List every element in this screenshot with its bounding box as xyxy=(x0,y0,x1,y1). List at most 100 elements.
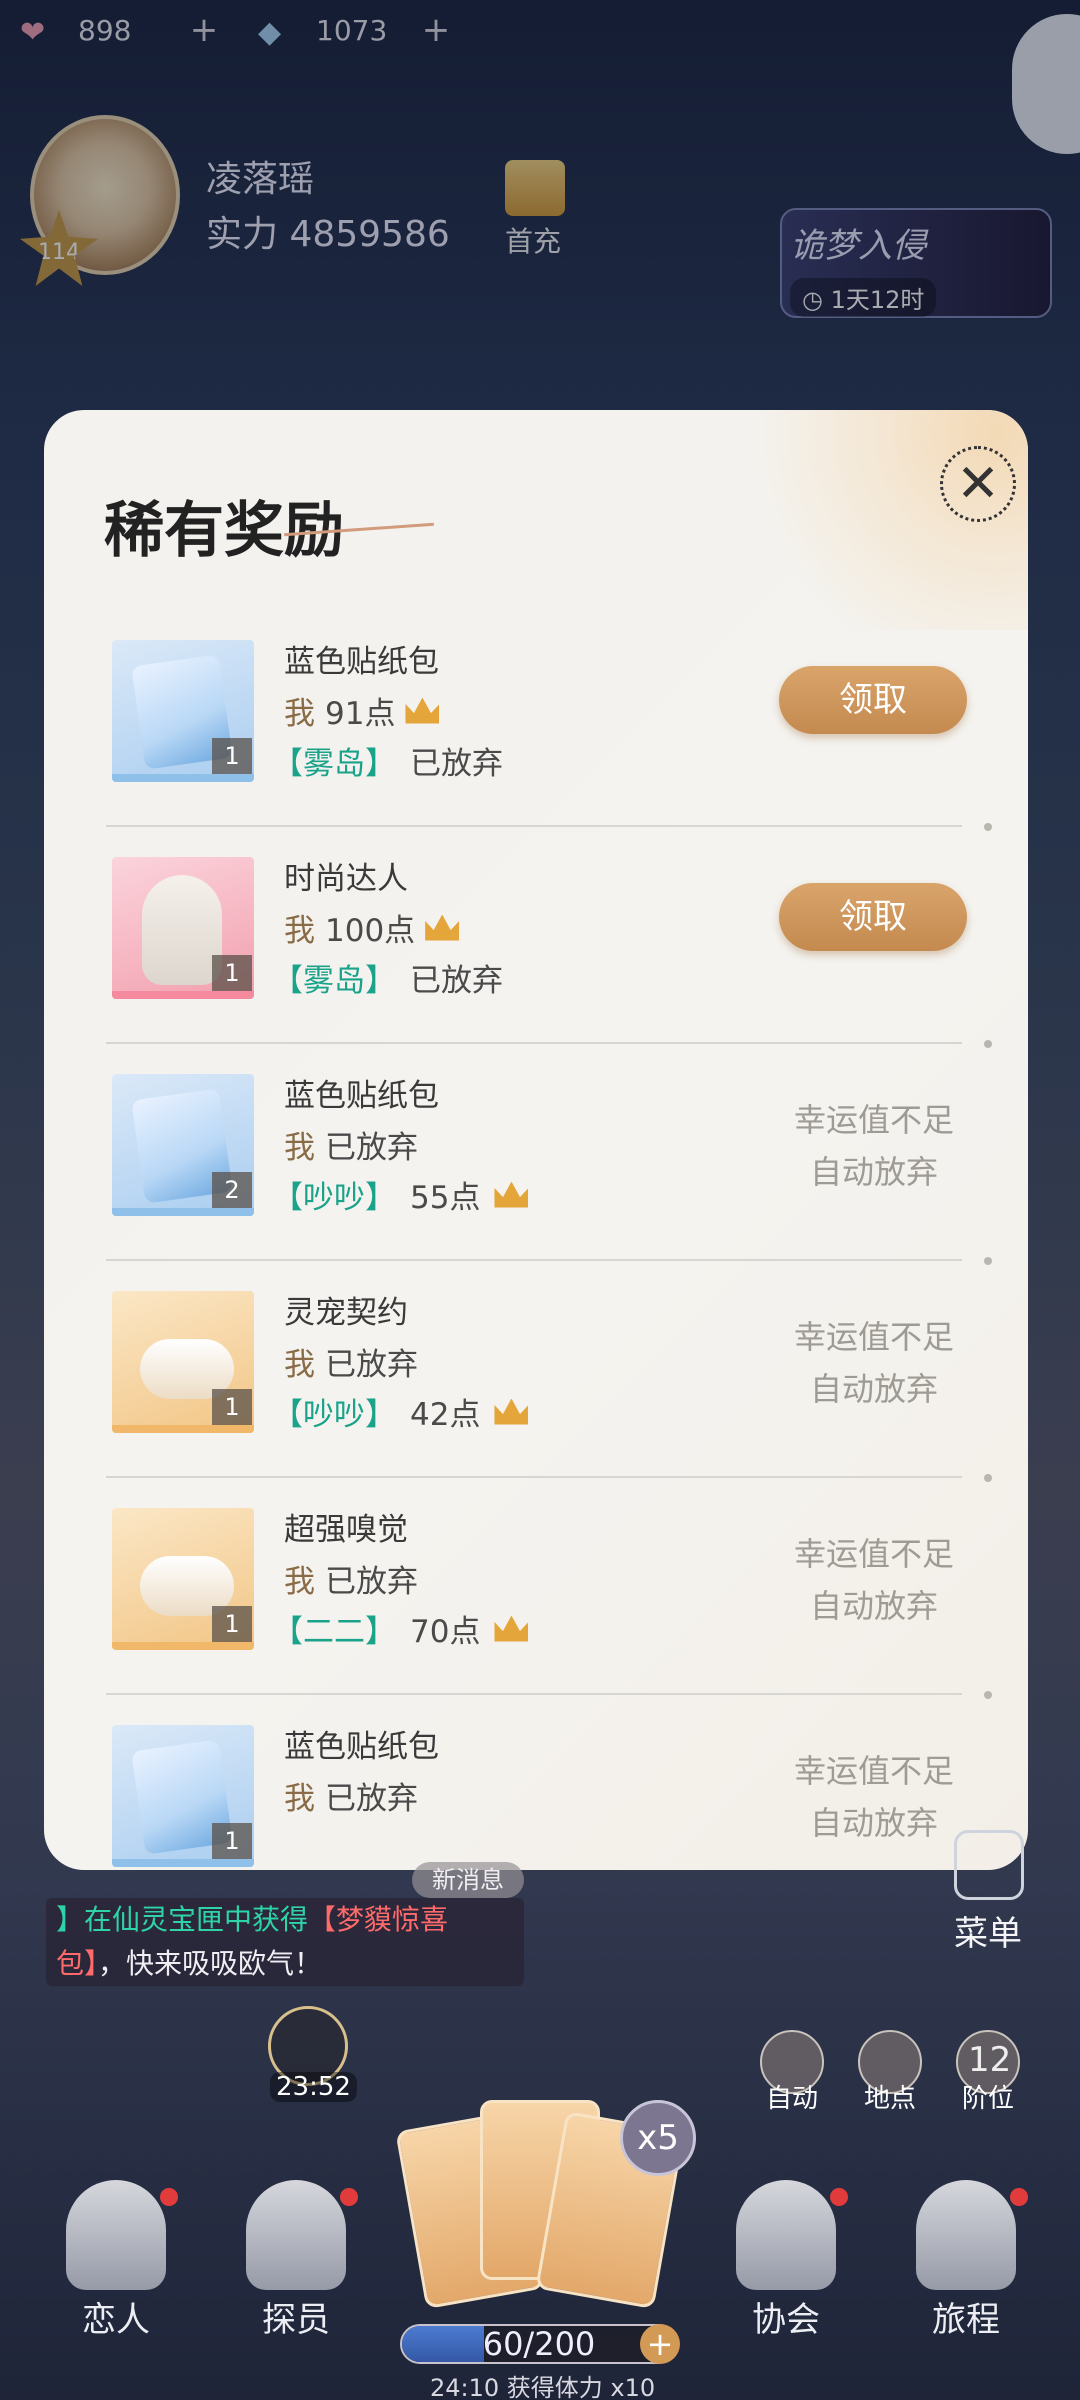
reward-row: 1 灵宠契约 我 已放弃 【吵吵】 42点 幸运值不足 自动放弃 xyxy=(44,1261,1028,1482)
first-recharge-label[interactable]: 首充 xyxy=(505,220,561,260)
map-pin-icon xyxy=(916,2180,1016,2290)
stamina-info: 24:10 获得体力 x10 xyxy=(430,2374,656,2400)
diamond-icon: ◆ xyxy=(258,15,282,50)
new-message-badge[interactable]: 新消息 xyxy=(412,1862,524,1898)
guild-tag: 【吵吵】 xyxy=(272,1180,396,1216)
add-stamina-button[interactable]: + xyxy=(640,2324,680,2364)
winner-roll: 【吵吵】 55点 xyxy=(272,1172,529,1217)
reward-thumbnail[interactable]: 1 xyxy=(112,640,254,782)
my-roll-value: 已放弃 xyxy=(325,1347,418,1383)
notification-dot xyxy=(340,2188,358,2206)
crown-icon xyxy=(405,697,440,724)
close-icon: ✕ xyxy=(956,454,1000,514)
stamina-bar: 60/200 xyxy=(400,2324,678,2364)
gems-counter: ◆ 1073 xyxy=(258,10,387,51)
reward-row: 1 时尚达人 我 100点 【雾岛】 已放弃 领取 xyxy=(44,827,1028,1048)
winner-roll-value: 已放弃 xyxy=(410,963,503,999)
nav-agent[interactable]: 探员 xyxy=(226,2180,366,2341)
reward-row: 1 超强嗅觉 我 已放弃 【二二】 70点 幸运值不足 自动放弃 xyxy=(44,1478,1028,1699)
app-logo[interactable] xyxy=(1012,14,1080,154)
heart-icon: ❤ xyxy=(20,15,46,50)
forfeit-note: 幸运值不足 自动放弃 xyxy=(784,1528,964,1632)
add-gems-button[interactable]: + xyxy=(420,13,452,47)
hearts-counter: ❤ 898 xyxy=(20,10,131,51)
reward-thumbnail[interactable]: 1 xyxy=(112,1508,254,1650)
me-label: 我 xyxy=(284,1564,315,1600)
crown-icon xyxy=(494,1181,529,1208)
forfeit-line-2: 自动放弃 xyxy=(809,1804,938,1842)
me-label: 我 xyxy=(284,1130,315,1166)
nav-journey-label: 旅程 xyxy=(932,2300,1000,2340)
thumb-bar xyxy=(112,1642,254,1650)
forfeit-line-2: 自动放弃 xyxy=(809,1153,938,1191)
modal-title: 稀有奖励 xyxy=(104,496,344,566)
auto-label: 自动 xyxy=(766,2084,819,2114)
reward-name: 蓝色贴纸包 xyxy=(284,1729,439,1765)
winner-roll-value: 42点 xyxy=(410,1397,481,1433)
reward-thumbnail[interactable]: 1 xyxy=(112,1291,254,1433)
my-roll-value: 已放弃 xyxy=(325,1564,418,1600)
nav-lover-label: 恋人 xyxy=(82,2300,150,2340)
event-timer: ◷ 1天12时 xyxy=(790,278,937,317)
thumb-bar xyxy=(112,1425,254,1433)
my-roll-value: 91点 xyxy=(325,696,396,732)
quantity-badge: 2 xyxy=(212,1172,252,1208)
reward-row: 1 蓝色贴纸包 我 已放弃 幸运值不足 自动放弃 xyxy=(44,1695,1028,1870)
me-label: 我 xyxy=(284,696,315,732)
tier-label: 阶位 xyxy=(962,2084,1015,2114)
forfeit-line-2: 自动放弃 xyxy=(809,1587,938,1625)
reward-row: 1 蓝色贴纸包 我 91点 【雾岛】 已放弃 领取 xyxy=(44,610,1028,831)
reward-thumbnail[interactable]: 2 xyxy=(112,1074,254,1216)
gift-icon[interactable] xyxy=(505,160,565,216)
menu-button[interactable]: 菜单 xyxy=(954,1906,1022,1955)
reward-thumbnail[interactable]: 1 xyxy=(112,857,254,999)
winner-roll-value: 55点 xyxy=(410,1180,481,1216)
player-power: 实力 4859586 xyxy=(206,214,450,255)
quantity-badge: 1 xyxy=(212,955,252,991)
lover-icon xyxy=(66,2180,166,2290)
my-roll: 我 已放弃 xyxy=(284,1773,418,1818)
winner-roll: 【雾岛】 已放弃 xyxy=(272,955,503,1000)
reward-name: 蓝色贴纸包 xyxy=(284,1078,439,1114)
forfeit-line-1: 幸运值不足 xyxy=(793,1752,954,1790)
guild-tag: 【雾岛】 xyxy=(272,746,396,782)
my-roll: 我 已放弃 xyxy=(284,1556,418,1601)
me-label: 我 xyxy=(284,1781,315,1817)
my-roll: 我 100点 xyxy=(284,905,460,950)
event-timer-value: 1天12时 xyxy=(830,286,925,314)
my-roll: 我 已放弃 xyxy=(284,1339,418,1384)
guild-tag: 【雾岛】 xyxy=(272,963,396,999)
nav-lover[interactable]: 恋人 xyxy=(46,2180,186,2341)
my-roll-value: 已放弃 xyxy=(325,1130,418,1166)
add-hearts-button[interactable]: + xyxy=(188,13,220,47)
quantity-badge: 1 xyxy=(212,1606,252,1642)
nav-guild-label: 协会 xyxy=(752,2300,820,2340)
chat-suffix: ，快来吸吸欧气！ xyxy=(98,1947,323,1980)
nav-agent-label: 探员 xyxy=(262,2300,330,2340)
reward-list: 1 蓝色贴纸包 我 91点 【雾岛】 已放弃 领取 1 时尚达人 我 100点 … xyxy=(44,610,1028,1870)
me-label: 我 xyxy=(284,913,315,949)
draw-multiplier[interactable]: x5 xyxy=(620,2100,696,2176)
nav-guild[interactable]: 协会 xyxy=(716,2180,856,2341)
nav-journey[interactable]: 旅程 xyxy=(896,2180,1036,2341)
my-roll-value: 100点 xyxy=(325,913,416,949)
thumb-bar xyxy=(112,1208,254,1216)
chat-message[interactable]: 】在仙灵宝匣中获得【梦貘惊喜包】，快来吸吸欧气！ xyxy=(46,1898,524,1986)
quantity-badge: 1 xyxy=(212,738,252,774)
menu-icon[interactable] xyxy=(954,1830,1024,1900)
reward-thumbnail[interactable]: 1 xyxy=(112,1725,254,1867)
thumb-bar xyxy=(112,991,254,999)
forfeit-line-1: 幸运值不足 xyxy=(793,1318,954,1356)
claim-button[interactable]: 领取 xyxy=(779,666,967,734)
forfeit-line-1: 幸运值不足 xyxy=(793,1535,954,1573)
guild-tag: 【二二】 xyxy=(272,1614,396,1650)
me-label: 我 xyxy=(284,1347,315,1383)
close-button[interactable]: ✕ xyxy=(940,446,1016,522)
forfeit-note: 幸运值不足 自动放弃 xyxy=(784,1094,964,1198)
forfeit-line-1: 幸运值不足 xyxy=(793,1101,954,1139)
notification-dot xyxy=(830,2188,848,2206)
crown-icon xyxy=(425,914,460,941)
tier-number: 12 xyxy=(968,2040,1012,2080)
player-name: 凌落瑶 xyxy=(206,159,315,200)
claim-button[interactable]: 领取 xyxy=(779,883,967,951)
